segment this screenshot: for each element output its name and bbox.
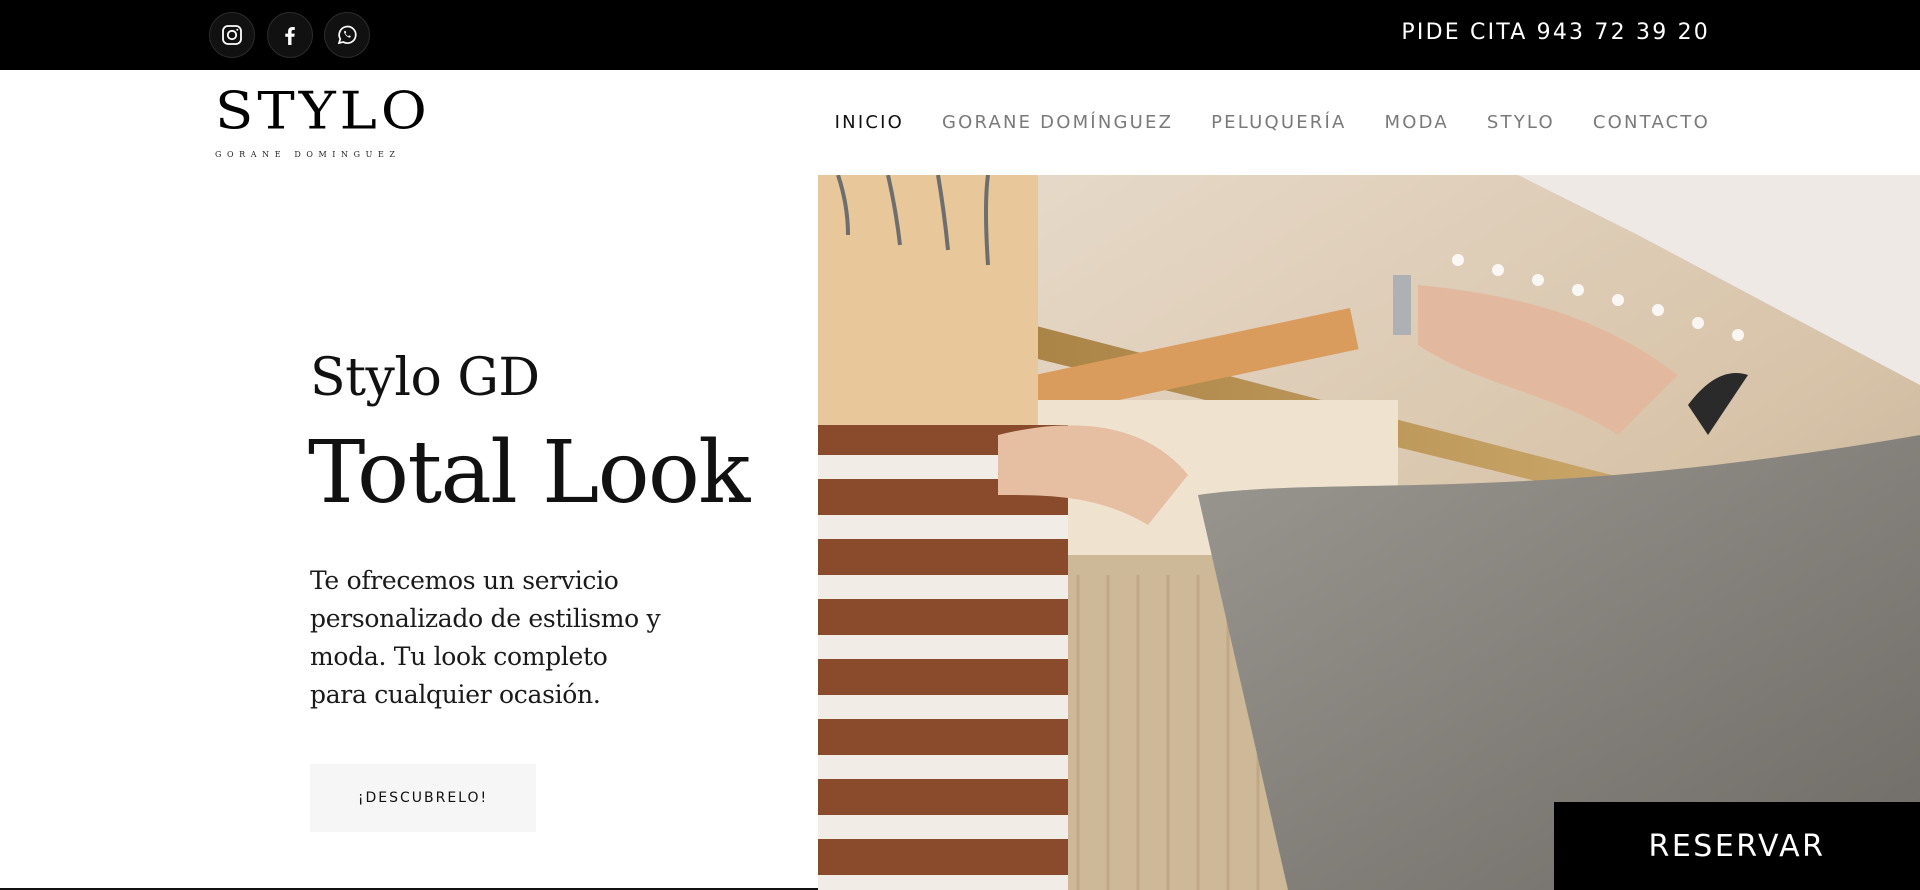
nav-item-stylo[interactable]: STYLO (1487, 112, 1555, 133)
reserve-button[interactable]: RESERVAR (1554, 802, 1920, 890)
instagram-link[interactable] (209, 12, 255, 58)
logo-subtitle: GORANE DOMINGUEZ (215, 150, 401, 159)
appointment-phone[interactable]: PIDE CITA 943 72 39 20 (1401, 20, 1710, 45)
nav-item-inicio[interactable]: INICIO (835, 112, 904, 133)
logo-wordmark: STYLO (215, 81, 431, 142)
logo[interactable]: STYLO GORANE DOMINGUEZ (215, 81, 431, 162)
hero-title: Total Look (308, 423, 750, 523)
instagram-icon (222, 25, 242, 45)
top-bar: PIDE CITA 943 72 39 20 (0, 0, 1920, 70)
hero-subtitle: Stylo GD (310, 348, 540, 408)
discover-button[interactable]: ¡DESCUBRELO! (310, 764, 536, 832)
nav-item-moda[interactable]: MODA (1385, 112, 1449, 133)
nav-item-gorane-dominguez[interactable]: GORANE DOMÍNGUEZ (942, 112, 1173, 133)
whatsapp-icon (337, 25, 357, 45)
nav-item-peluqueria[interactable]: PELUQUERÍA (1211, 112, 1346, 133)
facebook-icon (285, 27, 295, 45)
hero-description: Te ofrecemos un servicio personalizado d… (310, 566, 661, 709)
whatsapp-link[interactable] (324, 12, 370, 58)
facebook-link[interactable] (267, 12, 313, 58)
nav-item-contacto[interactable]: CONTACTO (1593, 112, 1710, 133)
main-nav: INICIO GORANE DOMÍNGUEZ PELUQUERÍA MODA … (835, 112, 1710, 133)
hero-image (818, 175, 1920, 890)
